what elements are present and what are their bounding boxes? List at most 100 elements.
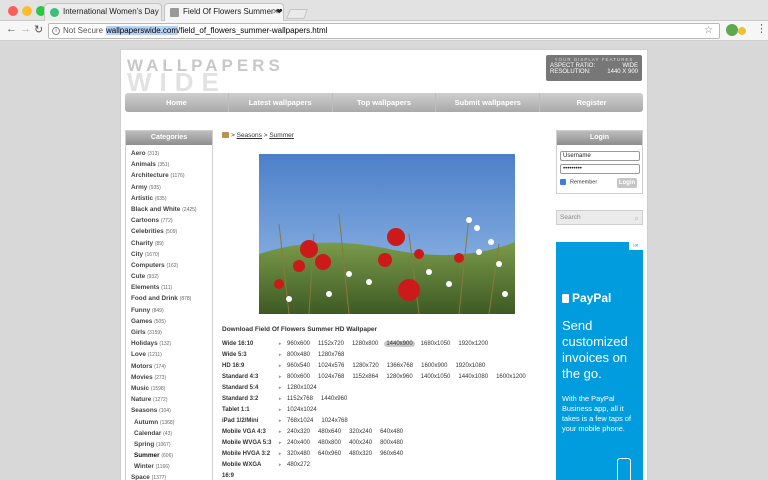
address-bar[interactable]: i Not Secure wallpaperswide.com/field_of… (48, 23, 720, 39)
resolution-link[interactable]: 768x1024 (287, 418, 313, 424)
category-holidays[interactable]: Holidays (132) (126, 338, 212, 349)
category-love[interactable]: Love (1211) (126, 349, 212, 360)
category-games[interactable]: Games (505) (126, 316, 212, 327)
category-girls[interactable]: Girls (3159) (126, 327, 212, 338)
close-window-icon[interactable] (8, 6, 18, 16)
home-icon[interactable] (222, 132, 229, 139)
category-charity[interactable]: Charity (89) (126, 238, 212, 249)
remember-option[interactable]: Remember (560, 179, 597, 185)
category-cartoons[interactable]: Cartoons (772) (126, 215, 212, 226)
minimize-window-icon[interactable] (22, 6, 32, 16)
category-calendar[interactable]: Calendar (43) (126, 428, 212, 439)
resolution-link[interactable]: 480x320 (349, 451, 372, 457)
category-elements[interactable]: Elements (111) (126, 282, 212, 293)
browser-menu-icon[interactable]: ⋮ (756, 22, 767, 35)
info-icon[interactable]: i (52, 27, 60, 35)
bookmark-star-icon[interactable]: ☆ (704, 24, 713, 38)
resolution-link[interactable]: 1440x900 (384, 340, 415, 347)
category-music[interactable]: Music (1598) (126, 383, 212, 394)
resolution-link[interactable]: 1024x768 (321, 418, 347, 424)
resolution-link[interactable]: 480x800 (318, 440, 341, 446)
wallpaper-preview[interactable] (259, 154, 515, 314)
back-arrow-icon[interactable]: ← (6, 23, 17, 35)
resolution-link[interactable]: 1024x576 (318, 363, 344, 369)
resolution-link[interactable]: 1280x960 (386, 374, 412, 380)
tab-field-of-flowers[interactable]: Field Of Flowers Summer ❤ 4k… ✕ (164, 3, 284, 21)
tab-womens-day[interactable]: International Women’s Day g… (44, 3, 162, 21)
search-icon[interactable]: ⌕ (635, 212, 639, 225)
resolution-link[interactable]: 1280x1024 (287, 385, 317, 391)
resolution-link[interactable]: 640x960 (318, 451, 341, 457)
nav-home[interactable]: Home (125, 93, 229, 112)
resolution-link[interactable]: 320x240 (349, 429, 372, 435)
extension-icon[interactable] (726, 24, 738, 36)
password-field[interactable]: ••••••••• (560, 164, 640, 174)
category-space[interactable]: Space (1377) (126, 472, 212, 480)
search-input[interactable]: Search ⌕ (556, 210, 643, 225)
username-field[interactable]: Username (560, 151, 640, 161)
nav-latest-wallpapers[interactable]: Latest wallpapers (229, 93, 333, 112)
resolution-link[interactable]: 1366x768 (387, 363, 413, 369)
category-summer[interactable]: Summer (606) (126, 450, 212, 461)
resolution-link[interactable]: 1152x864 (352, 374, 378, 380)
resolution-link[interactable]: 1600x900 (421, 363, 447, 369)
category-aero[interactable]: Aero (313) (126, 148, 212, 159)
resolution-link[interactable]: 1024x768 (318, 374, 344, 380)
category-winter[interactable]: Winter (1166) (126, 461, 212, 472)
category-movies[interactable]: Movies (273) (126, 372, 212, 383)
breadcrumb-seasons[interactable]: Seasons (237, 132, 262, 139)
resolution-link[interactable]: 1280x800 (352, 341, 378, 347)
resolution-link[interactable]: 640x480 (380, 429, 403, 435)
category-animals[interactable]: Animals (351) (126, 159, 212, 170)
category-spring[interactable]: Spring (1067) (126, 439, 212, 450)
resolution-link[interactable]: 800x480 (380, 440, 403, 446)
category-autumn[interactable]: Autumn (1368) (126, 417, 212, 428)
resolution-link[interactable]: 1440x960 (321, 396, 347, 402)
resolution-link[interactable]: 480x640 (318, 429, 341, 435)
resolution-link[interactable]: 960x600 (287, 341, 310, 347)
nav-top-wallpapers[interactable]: Top wallpapers (333, 93, 437, 112)
category-city[interactable]: City (1670) (126, 249, 212, 260)
resolution-link[interactable]: 800x480 (287, 352, 310, 358)
extension-badge-icon[interactable] (738, 27, 746, 35)
resolution-link[interactable]: 1152x720 (318, 341, 344, 347)
resolution-link[interactable]: 1600x1200 (496, 374, 526, 380)
resolution-link[interactable]: 1280x720 (352, 363, 378, 369)
resolution-link[interactable]: 400x240 (349, 440, 372, 446)
resolution-link[interactable]: 240x400 (287, 440, 310, 446)
category-architecture[interactable]: Architecture (1176) (126, 170, 212, 181)
resolution-link[interactable]: 240x320 (287, 429, 310, 435)
category-seasons[interactable]: Seasons (104) (126, 405, 212, 416)
category-funny[interactable]: Funny (849) (126, 305, 212, 316)
resolution-link[interactable]: 1440x1080 (458, 374, 488, 380)
reload-icon[interactable]: ↻ (34, 23, 43, 36)
category-computers[interactable]: Computers (162) (126, 260, 212, 271)
forward-arrow-icon[interactable]: → (20, 23, 31, 35)
resolution-link[interactable]: 960x540 (287, 363, 310, 369)
category-nature[interactable]: Nature (1272) (126, 394, 212, 405)
category-cute[interactable]: Cute (932) (126, 271, 212, 282)
category-artistic[interactable]: Artistic (635) (126, 193, 212, 204)
category-black-and-white[interactable]: Black and White (2425) (126, 204, 212, 215)
close-tab-icon[interactable]: ✕ (272, 4, 279, 20)
category-army[interactable]: Army (935) (126, 182, 212, 193)
resolution-link[interactable]: 1024x1024 (287, 407, 317, 413)
nav-register[interactable]: Register (540, 93, 643, 112)
new-tab-button[interactable] (286, 9, 308, 19)
resolution-link[interactable]: 1920x1080 (455, 363, 485, 369)
nav-submit-wallpapers[interactable]: Submit wallpapers (436, 93, 541, 112)
resolution-link[interactable]: 480x272 (287, 462, 310, 468)
remember-checkbox[interactable] (560, 179, 566, 185)
resolution-link[interactable]: 960x640 (380, 451, 403, 457)
login-button[interactable]: Login (617, 178, 637, 188)
breadcrumb-summer[interactable]: Summer (269, 132, 294, 139)
category-motors[interactable]: Motors (174) (126, 361, 212, 372)
resolution-link[interactable]: 800x600 (287, 374, 310, 380)
ad-choices-icon[interactable]: i✕ (629, 242, 643, 250)
resolution-link[interactable]: 1400x1050 (421, 374, 451, 380)
url-text[interactable]: wallpaperswide.com/field_of_flowers_summ… (106, 24, 327, 38)
resolution-link[interactable]: 1680x1050 (421, 341, 451, 347)
paypal-ad[interactable]: i✕ PayPal Send customized invoices on th… (556, 242, 643, 480)
resolution-link[interactable]: 320x480 (287, 451, 310, 457)
category-celebrities[interactable]: Celebrities (509) (126, 226, 212, 237)
